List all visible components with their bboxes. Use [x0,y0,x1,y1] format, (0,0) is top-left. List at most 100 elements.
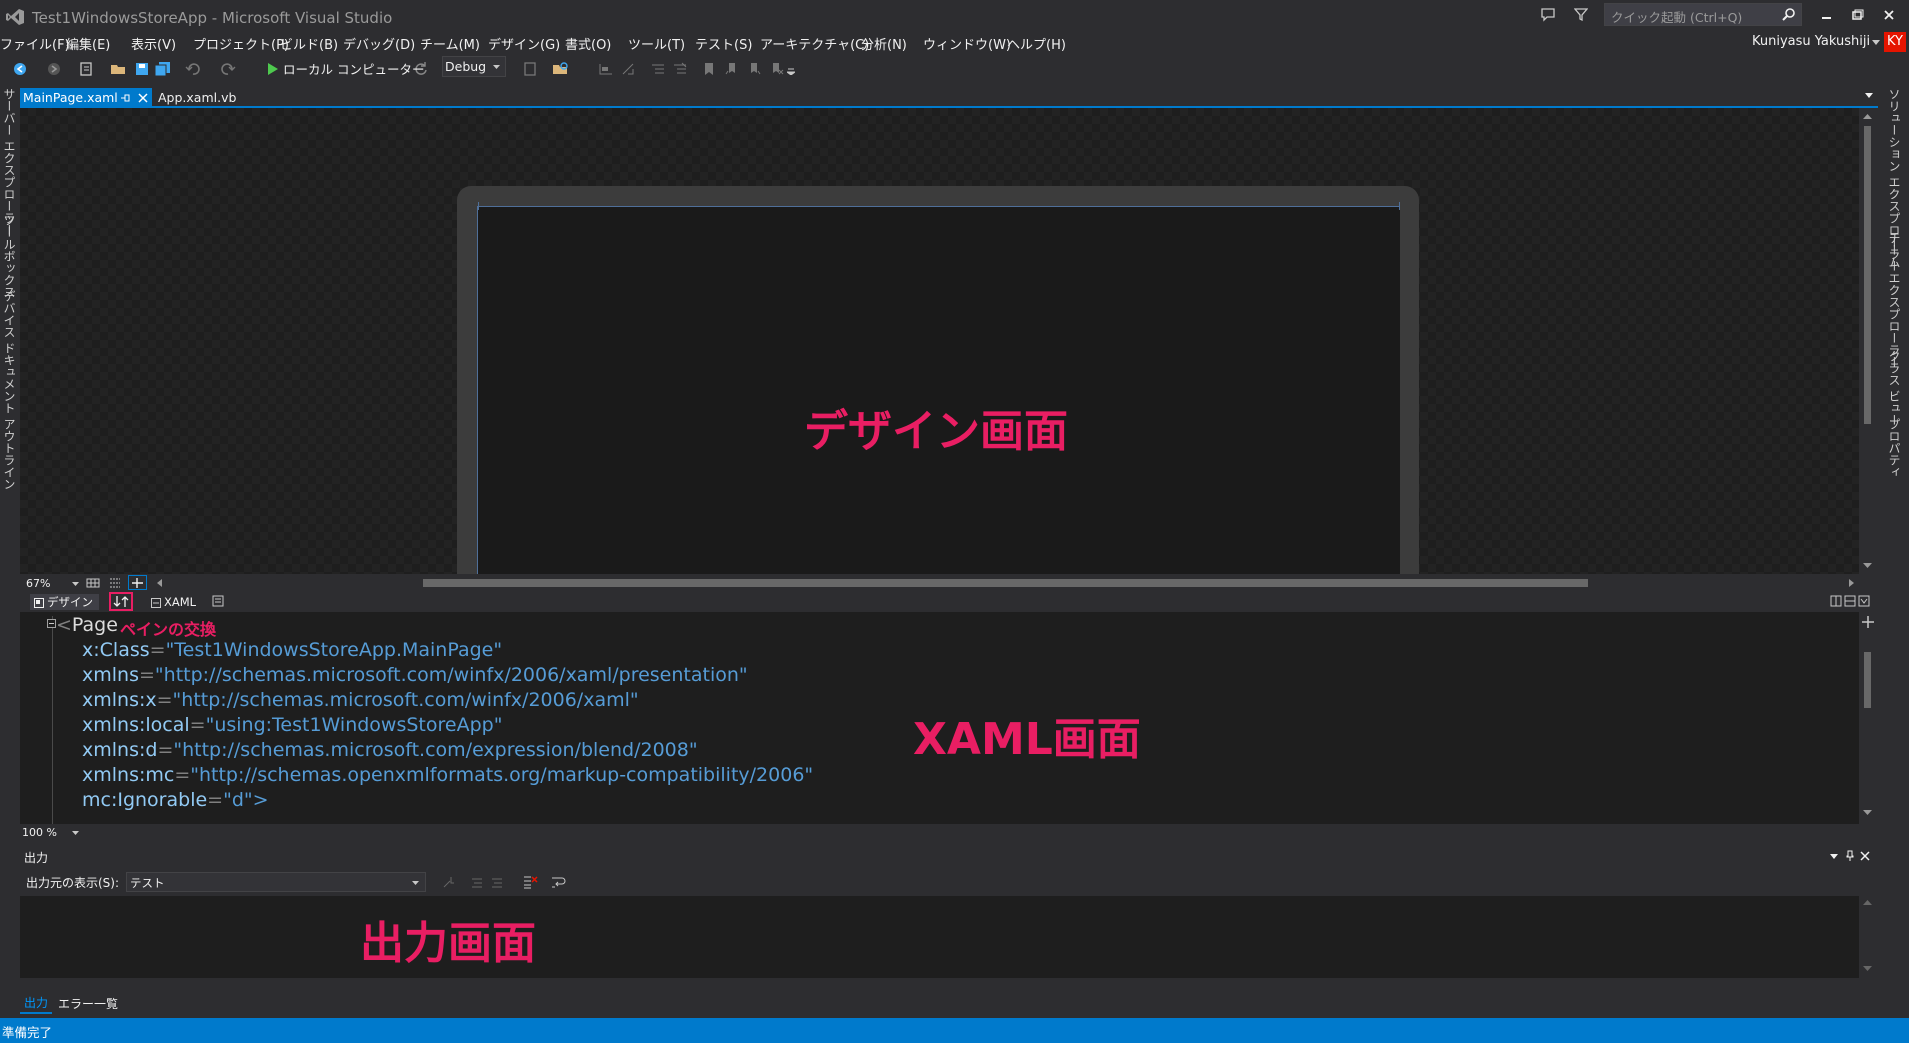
menu-window[interactable]: ウィンドウ(W) [923,34,1011,53]
menu-debug[interactable]: デバッグ(D) [343,34,415,53]
quick-launch-input[interactable]: クイック起動 (Ctrl+Q) [1604,3,1802,26]
window-position-icon[interactable] [1830,854,1838,859]
user-name[interactable]: Kuniyasu Yakushiji [1752,34,1870,49]
menu-analyze[interactable]: 分析(N) [861,34,907,53]
xaml-vertical-scroll-thumb[interactable] [1864,652,1871,708]
output-source-value: テスト [130,876,165,890]
scroll-up-icon[interactable] [1863,114,1872,119]
scroll-down-icon[interactable] [1863,810,1872,815]
tab-toolbox[interactable]: ツールボックス [0,214,18,298]
tab-overflow-icon[interactable] [1865,93,1873,98]
search-icon[interactable] [1782,7,1796,21]
tab-properties[interactable]: プロパティ [1885,418,1903,478]
redo-icon[interactable] [220,61,236,77]
menu-file[interactable]: ファイル(F) [0,34,70,53]
output-text-area[interactable] [20,896,1859,978]
uncomment-icon[interactable] [672,61,688,77]
restore-button[interactable] [1842,4,1872,26]
tab-output[interactable]: 出力 [20,994,53,1014]
design-zoom-value[interactable]: 67% [26,577,50,590]
scroll-left-icon[interactable] [157,579,162,587]
menu-architecture[interactable]: アーキテクチャ(C) [760,34,869,53]
menu-format[interactable]: 書式(O) [565,34,611,53]
design-vertical-scroll-thumb[interactable] [1864,126,1871,424]
swap-panes-button[interactable] [109,592,133,611]
save-icon[interactable] [134,61,150,77]
output-source-label: 出力元の表示(S): [26,876,120,890]
start-debugging-icon[interactable] [266,61,280,77]
scroll-right-icon[interactable] [1849,579,1854,587]
tab-design-view[interactable]: デザイン [30,594,99,610]
bookmark-icon[interactable] [702,61,716,77]
save-all-icon[interactable] [154,61,172,77]
show-grid-icon[interactable] [86,577,100,589]
doc-tab-mainpage-xaml[interactable]: MainPage.xaml [20,88,152,108]
bookmark-prev-icon[interactable] [724,61,740,77]
menu-build[interactable]: ビルド(B) [280,34,338,53]
collapse-toggle-icon[interactable] [47,619,56,628]
avatar[interactable]: KY [1884,32,1906,52]
design-surface[interactable] [20,108,1859,574]
solution-config-select[interactable]: Debug [442,56,506,77]
navigate-back-icon[interactable] [12,61,28,77]
tab-team-explorer[interactable]: チーム エクスプローラー [1885,232,1903,368]
tab-xaml-view[interactable]: XAML [151,595,196,609]
close-button[interactable] [1875,4,1905,26]
word-wrap-icon[interactable] [550,874,566,890]
next-message-icon[interactable] [490,875,504,889]
pane-layout-icons[interactable] [1830,595,1872,607]
prev-message-icon[interactable] [470,875,484,889]
find-message-icon[interactable] [442,875,456,889]
menu-test[interactable]: テスト(S) [695,34,752,53]
device-window-icon[interactable] [522,61,538,77]
menu-design[interactable]: デザイン(G) [488,34,560,53]
device-frame [457,186,1419,574]
undo-icon[interactable] [185,61,201,77]
find-in-files-icon[interactable] [552,61,570,77]
menu-project[interactable]: プロジェクト(P) [193,34,289,53]
tab-error-list[interactable]: エラー一覧 [58,995,118,1012]
xaml-zoom-value[interactable]: 100 % [22,826,57,839]
popout-xaml-icon[interactable] [212,595,224,607]
tab-class-view[interactable]: クラス ビュー [1885,350,1903,426]
comment-out-icon[interactable] [650,61,666,77]
user-dropdown-icon[interactable] [1872,40,1880,45]
menu-team[interactable]: チーム(M) [420,34,480,53]
notification-icon[interactable] [1540,6,1556,22]
design-horizontal-scroll-thumb[interactable] [423,579,1588,587]
scroll-down-icon[interactable] [1863,966,1872,971]
snap-to-snaplines-icon[interactable] [128,575,147,590]
zoom-dropdown-icon[interactable] [72,582,79,586]
menu-view[interactable]: 表示(V) [131,34,176,53]
bookmark-next-icon[interactable] [746,61,762,77]
close-tab-icon[interactable] [138,93,148,103]
feedback-filter-icon[interactable] [1574,7,1588,21]
align-right-icon[interactable] [620,61,636,77]
menu-edit[interactable]: 編集(E) [66,34,110,53]
open-file-icon[interactable] [110,61,128,77]
split-editor-icon[interactable] [1862,616,1874,628]
menu-tools[interactable]: ツール(T) [628,34,685,53]
output-source-select[interactable]: テスト [126,872,426,892]
close-icon[interactable] [1860,851,1870,861]
scroll-down-icon[interactable] [1863,563,1872,568]
navigate-forward-icon[interactable] [46,61,62,77]
pin-icon[interactable] [120,93,130,103]
zoom-dropdown-icon[interactable] [72,831,79,835]
page-canvas[interactable] [477,206,1400,574]
snap-to-grid-icon[interactable] [108,577,122,589]
run-target-label[interactable]: ローカル コンピューター [283,59,424,78]
menu-help[interactable]: ヘルプ(H) [1007,34,1066,53]
clear-all-icon[interactable] [522,874,538,890]
xaml-vertical-scrollbar[interactable] [1859,612,1876,824]
tab-devices[interactable]: デバイス [0,290,18,338]
minimize-button[interactable] [1812,4,1842,26]
align-left-icon[interactable] [598,61,614,77]
new-project-icon[interactable] [78,61,94,77]
pin-icon[interactable] [1845,850,1855,862]
bookmark-clear-icon[interactable] [768,61,784,77]
scroll-up-icon[interactable] [1863,900,1872,905]
tab-document-outline[interactable]: ドキュメント アウトライン [0,342,18,490]
toolbar-overflow-icon[interactable] [787,67,795,75]
output-horizontal-scrollbar[interactable] [20,978,1876,992]
